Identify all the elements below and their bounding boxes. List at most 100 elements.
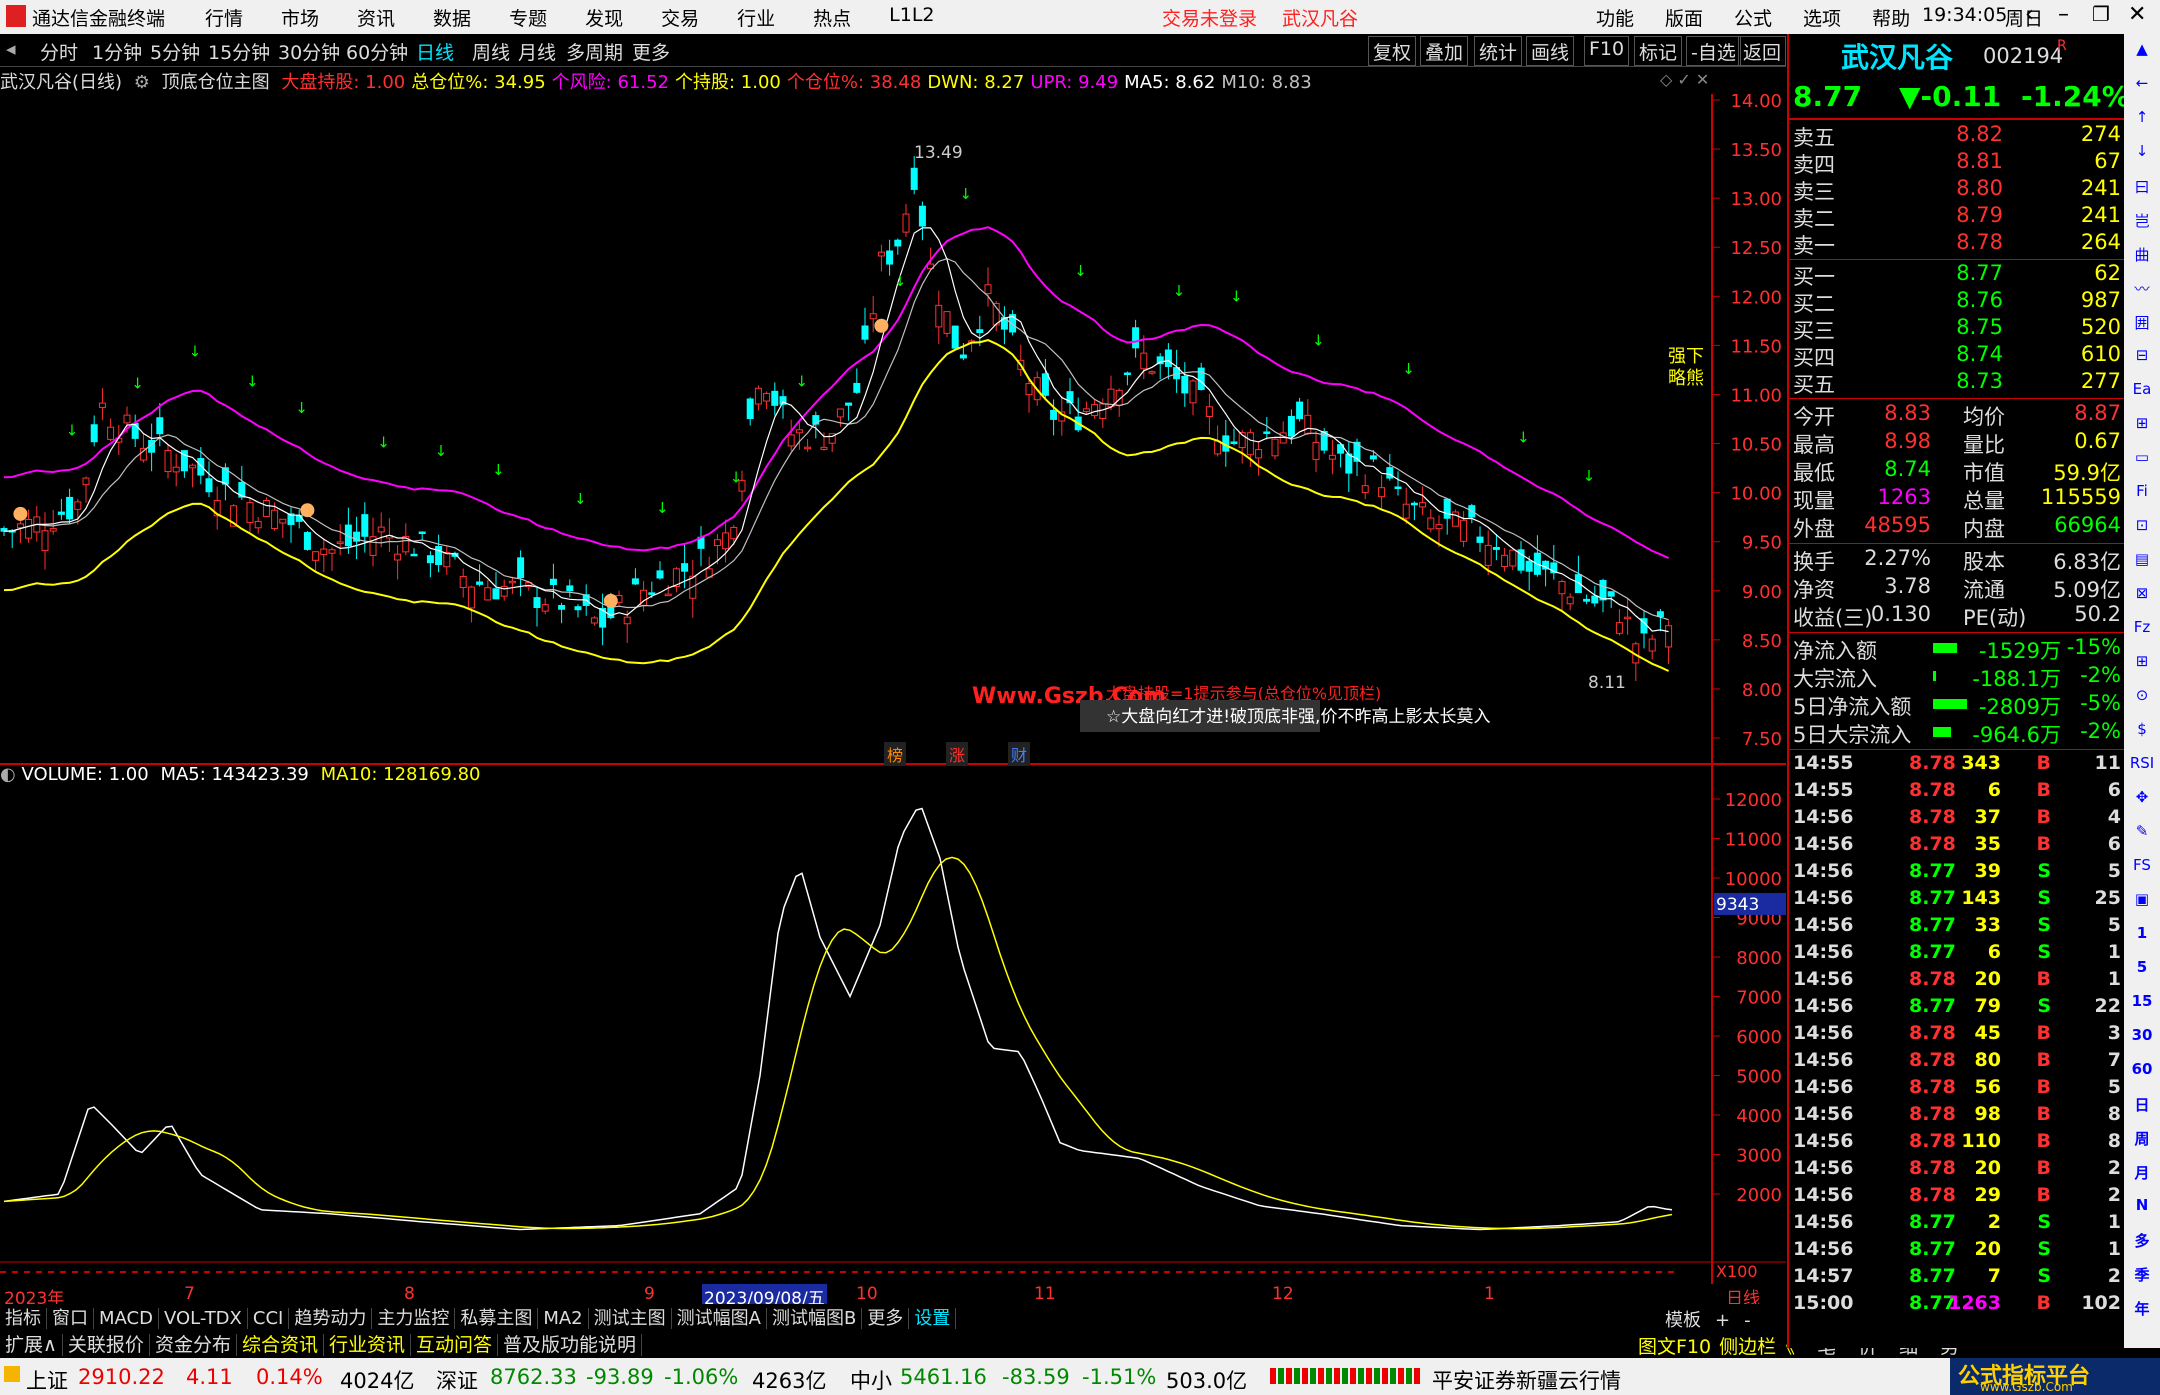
template-btn-0[interactable]: 模板 <box>1665 1310 1701 1331</box>
menu-3[interactable]: 数据 <box>433 4 471 31</box>
zx-label[interactable]: 中小 <box>850 1365 892 1395</box>
side-icon-14[interactable]: ⊡ <box>2128 516 2156 542</box>
rmenu-3[interactable]: 选项 <box>1803 4 1841 31</box>
indicator-tab-4[interactable]: CCI <box>247 1308 290 1329</box>
side-icon-36[interactable]: 季 <box>2128 1264 2156 1290</box>
volume-gear-icon[interactable]: ◐ <box>0 764 16 785</box>
side-icon-35[interactable]: 多 <box>2128 1230 2156 1256</box>
side-icon-30[interactable]: 60 <box>2128 1060 2156 1086</box>
indicator-tab-0[interactable]: 指标 <box>0 1308 47 1329</box>
menu-8[interactable]: 热点 <box>813 4 851 31</box>
menu-5[interactable]: 发现 <box>585 4 623 31</box>
back-icon[interactable]: ‹ <box>2025 2 2034 27</box>
kline-chart[interactable]: ↓ ↓ ↓ ↓ ↓ ↓ ↓ ↓ ↓ ↓ ↓ ↓ ↓ ↓ ↓ ↓ ↓ ↓ ↓ ↓ ↓ 14.00 13.50 13.00 12.… <box>0 94 1786 1304</box>
period-tab-1[interactable]: 1分钟 <box>92 38 142 65</box>
indicator-tab-1[interactable]: 窗口 <box>47 1308 94 1329</box>
indicator-tab-6[interactable]: 主力监控 <box>372 1308 456 1329</box>
period-tab-8[interactable]: 月线 <box>518 38 556 65</box>
side-icon-2[interactable]: ↑ <box>2128 108 2156 134</box>
side-icon-8[interactable]: 囲 <box>2128 312 2156 338</box>
period-tab-9[interactable]: 多周期 <box>566 38 623 65</box>
side-icon-4[interactable]: 曰 <box>2128 176 2156 202</box>
tool-btn-2[interactable]: 统计 <box>1474 36 1523 66</box>
indicator-tab-12[interactable]: 更多 <box>862 1308 910 1329</box>
indicator-tab-7[interactable]: 私募主图 <box>455 1308 539 1329</box>
menu-7[interactable]: 行业 <box>737 4 775 31</box>
side-icon-12[interactable]: ▭ <box>2128 448 2156 474</box>
minimize-icon[interactable]: – <box>2058 2 2069 27</box>
menu-4[interactable]: 专题 <box>509 4 547 31</box>
side-icon-17[interactable]: Fz <box>2128 618 2156 644</box>
rmenu-1[interactable]: 版面 <box>1665 4 1703 31</box>
side-icon-9[interactable]: ⊟ <box>2128 346 2156 372</box>
indicator-tab-10[interactable]: 测试幅图A <box>671 1308 767 1329</box>
chart-options-icon[interactable]: ◇ ✓ ✕ <box>1660 70 1709 89</box>
login-status[interactable]: 交易未登录 <box>1162 4 1257 31</box>
side-icon-33[interactable]: 月 <box>2128 1162 2156 1188</box>
rmenu-0[interactable]: 功能 <box>1596 4 1634 31</box>
side-icon-16[interactable]: ⊠ <box>2128 584 2156 610</box>
ext-tab-0[interactable]: 扩展∧ <box>0 1334 63 1356</box>
side-icon-11[interactable]: ⊞ <box>2128 414 2156 440</box>
ext-tab-5[interactable]: 互动问答 <box>410 1334 498 1356</box>
side-icon-1[interactable]: ← <box>2128 74 2156 100</box>
side-icon-26[interactable]: 1 <box>2128 924 2156 950</box>
tool-btn-0[interactable]: 复权 <box>1368 36 1417 66</box>
side-icon-25[interactable]: ▣ <box>2128 890 2156 916</box>
side-icon-22[interactable]: ✥ <box>2128 788 2156 814</box>
badge-0[interactable]: 榜 <box>884 742 907 766</box>
period-tab-7[interactable]: 周线 <box>472 38 510 65</box>
sz-label[interactable]: 深证 <box>436 1365 478 1395</box>
period-tab-3[interactable]: 15分钟 <box>208 38 270 65</box>
sh-label[interactable]: 上证 <box>26 1365 68 1395</box>
menu-2[interactable]: 资讯 <box>357 4 395 31</box>
tool-btn-1[interactable]: 叠加 <box>1420 36 1469 66</box>
period-tab-4[interactable]: 30分钟 <box>278 38 340 65</box>
badge-2[interactable]: 财 <box>1008 742 1031 766</box>
menu-6[interactable]: 交易 <box>661 4 699 31</box>
side-icon-0[interactable]: ▲ <box>2128 40 2156 66</box>
period-tab-5[interactable]: 60分钟 <box>346 38 408 65</box>
rmenu-4[interactable]: 帮助 <box>1872 4 1910 31</box>
side-icon-21[interactable]: RSI <box>2128 754 2156 780</box>
template-btn-2[interactable]: - <box>1744 1310 1751 1331</box>
collapse-icon[interactable]: ◂ <box>6 38 16 60</box>
side-icon-3[interactable]: ↓ <box>2128 142 2156 168</box>
indicator-tab-9[interactable]: 测试主图 <box>588 1308 672 1329</box>
side-icon-6[interactable]: 曲 <box>2128 244 2156 270</box>
side-icon-7[interactable]: 〰 <box>2128 278 2156 304</box>
side-icon-28[interactable]: 15 <box>2128 992 2156 1018</box>
indicator-tab-8[interactable]: MA2 <box>538 1308 589 1329</box>
badge-1[interactable]: 涨 <box>946 742 969 766</box>
ext-tab-4[interactable]: 行业资讯 <box>323 1334 411 1356</box>
side-icon-5[interactable]: 岂 <box>2128 210 2156 236</box>
period-tab-0[interactable]: 分时 <box>40 38 78 65</box>
tool-btn-7[interactable]: 返回 <box>1738 36 1786 66</box>
side-icon-19[interactable]: ⊙ <box>2128 686 2156 712</box>
side-icon-32[interactable]: 周 <box>2128 1128 2156 1154</box>
tool-btn-3[interactable]: 画线 <box>1526 36 1575 66</box>
template-btn-1[interactable]: + <box>1715 1310 1730 1331</box>
indicator-tab-5[interactable]: 趋势动力 <box>289 1308 373 1329</box>
side-icon-15[interactable]: ▤ <box>2128 550 2156 576</box>
indicator-tab-3[interactable]: VOL-TDX <box>158 1308 248 1329</box>
ext-right-1[interactable]: 侧边栏《 <box>1719 1336 1795 1358</box>
ext-tab-3[interactable]: 综合资讯 <box>236 1334 324 1356</box>
side-icon-37[interactable]: 年 <box>2128 1298 2156 1324</box>
formula-gear-icon[interactable]: ⚙ <box>134 72 150 93</box>
side-icon-27[interactable]: 5 <box>2128 958 2156 984</box>
indicator-tab-2[interactable]: MACD <box>94 1308 159 1329</box>
period-tab-10[interactable]: 更多 <box>632 38 670 65</box>
side-icon-23[interactable]: ✎ <box>2128 822 2156 848</box>
menu-1[interactable]: 市场 <box>281 4 319 31</box>
side-icon-31[interactable]: 日 <box>2128 1094 2156 1120</box>
menu-0[interactable]: 行情 <box>205 4 243 31</box>
tool-btn-6[interactable]: -自选 <box>1686 36 1741 66</box>
close-icon[interactable]: ✕ <box>2128 2 2146 27</box>
formula-name[interactable]: 顶底仓位主图 <box>162 72 270 93</box>
tool-btn-4[interactable]: F10 <box>1584 36 1630 66</box>
menu-9[interactable]: L1L2 <box>889 4 934 31</box>
period-tab-2[interactable]: 5分钟 <box>150 38 200 65</box>
side-icon-29[interactable]: 30 <box>2128 1026 2156 1052</box>
ext-tab-1[interactable]: 关联报价 <box>62 1334 150 1356</box>
